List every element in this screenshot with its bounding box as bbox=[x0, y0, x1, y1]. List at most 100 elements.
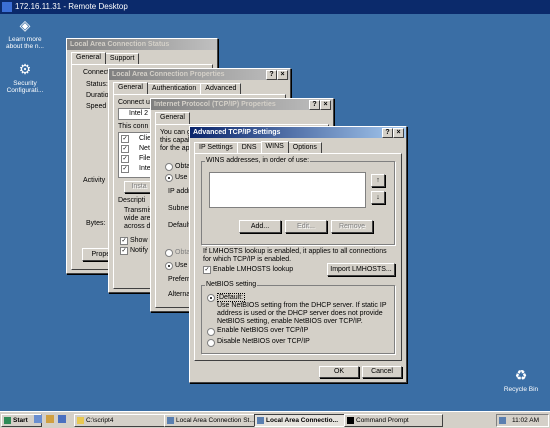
arrow-down-icon: ↓ bbox=[376, 194, 380, 201]
connection-group-label: Connect bbox=[83, 69, 110, 76]
netbios-default-description: Use NetBIOS setting from the DHCP server… bbox=[217, 302, 387, 325]
disable-netbios-radio[interactable] bbox=[207, 339, 215, 347]
advanced-tcpip-tabs: IP Settings DNS WINS Options bbox=[194, 141, 322, 153]
remote-desktop-title: 172.16.11.31 - Remote Desktop bbox=[15, 2, 128, 11]
remote-desktop-icon bbox=[2, 2, 12, 12]
quick-launch-icon[interactable] bbox=[34, 415, 42, 423]
wins-addresses-list[interactable] bbox=[209, 172, 366, 208]
help-button[interactable]: ? bbox=[309, 100, 320, 110]
remove-button[interactable]: Remove bbox=[331, 220, 373, 233]
help-button[interactable]: ? bbox=[266, 70, 277, 80]
taskbar: Start C:\script4 Local Area Connection S… bbox=[0, 411, 550, 428]
enable-netbios-label: Enable NetBIOS over TCP/IP bbox=[217, 327, 309, 334]
taskbar-item-command-prompt[interactable]: Command Prompt bbox=[344, 414, 443, 427]
component-checkbox[interactable]: ✓ bbox=[121, 165, 129, 173]
start-label: Start bbox=[13, 417, 28, 424]
taskbar-item-lan-properties[interactable]: Local Area Connectio... bbox=[254, 414, 353, 427]
lan-status-tabs: General Support bbox=[71, 52, 140, 64]
window-title: Local Area Connection Status bbox=[70, 41, 170, 48]
tab-support[interactable]: Support bbox=[104, 53, 140, 64]
netbios-default-radio[interactable] bbox=[207, 294, 215, 302]
tab-advanced[interactable]: Advanced bbox=[200, 83, 242, 94]
connect-using-label: Connect us bbox=[118, 99, 154, 106]
close-button[interactable]: × bbox=[393, 128, 404, 138]
use-following-dns-radio[interactable] bbox=[165, 262, 173, 270]
network-icon bbox=[257, 417, 264, 424]
tcpip-properties-tabs: General bbox=[155, 112, 190, 124]
move-up-button[interactable]: ↑ bbox=[371, 174, 385, 187]
description-text: Transmis bbox=[124, 207, 153, 214]
desktop-icon-label: Recycle Bin bbox=[503, 386, 539, 393]
tab-ip-settings[interactable]: IP Settings bbox=[194, 142, 238, 153]
windows-flag-icon bbox=[4, 417, 11, 424]
remote-desktop-titlebar: 172.16.11.31 - Remote Desktop bbox=[0, 0, 550, 14]
list-item[interactable]: File bbox=[139, 155, 150, 162]
window-title: Advanced TCP/IP Settings bbox=[193, 129, 281, 136]
component-checkbox[interactable]: ✓ bbox=[121, 145, 129, 153]
activity-group-label: Activity bbox=[83, 177, 106, 184]
advanced-tcpip-window[interactable]: Advanced TCP/IP Settings ? × IP Settings… bbox=[189, 126, 407, 383]
tab-general[interactable]: General bbox=[71, 52, 106, 64]
desktop-icon-label: Learn more about the n... bbox=[6, 36, 44, 50]
notify-checkbox[interactable]: ✓ bbox=[120, 247, 128, 255]
lan-status-titlebar: Local Area Connection Status bbox=[67, 39, 217, 50]
desktop: ◈ Learn more about the n... ⚙ Security C… bbox=[0, 14, 550, 411]
taskbar-item-script4[interactable]: C:\script4 bbox=[74, 414, 173, 427]
taskbar-item-lan-status[interactable]: Local Area Connection St... bbox=[164, 414, 263, 427]
tab-general[interactable]: General bbox=[113, 82, 148, 94]
tab-general[interactable]: General bbox=[155, 112, 190, 124]
recycle-bin-icon: ♻ bbox=[514, 367, 528, 383]
security-wizard-icon: ⚙ bbox=[18, 61, 32, 77]
tab-authentication[interactable]: Authentication bbox=[146, 83, 202, 94]
tab-dns[interactable]: DNS bbox=[236, 142, 262, 153]
quick-launch-icon[interactable] bbox=[58, 415, 66, 423]
desktop-icon-recycle-bin[interactable]: ♻ Recycle Bin bbox=[498, 366, 544, 393]
folder-icon bbox=[77, 417, 84, 424]
add-button[interactable]: Add... bbox=[239, 220, 281, 233]
clock[interactable]: 11:02 AM bbox=[512, 417, 539, 424]
taskbar-item-label: C:\script4 bbox=[86, 417, 114, 424]
lmhosts-info-text: If LMHOSTS lookup is enabled, it applies… bbox=[203, 248, 387, 263]
duration-label: Duratio bbox=[86, 92, 109, 99]
tab-wins[interactable]: WINS bbox=[260, 141, 289, 153]
wins-panel: WINS addresses, in order of use: ↑ ↓ Add… bbox=[194, 153, 402, 361]
help-button[interactable]: ? bbox=[382, 128, 393, 138]
enable-netbios-radio[interactable] bbox=[207, 328, 215, 336]
use-following-ip-radio[interactable] bbox=[165, 174, 173, 182]
advanced-tcpip-titlebar: Advanced TCP/IP Settings ? × bbox=[190, 127, 406, 138]
ok-button[interactable]: OK bbox=[319, 366, 359, 378]
components-label: This conn bbox=[118, 123, 149, 130]
speed-label: Speed bbox=[86, 103, 107, 110]
network-tray-icon[interactable] bbox=[499, 417, 506, 424]
enable-lmhosts-label: Enable LMHOSTS lookup bbox=[213, 266, 294, 273]
desktop-icon-learn-more[interactable]: ◈ Learn more about the n... bbox=[2, 16, 48, 50]
obtain-dns-radio[interactable] bbox=[165, 249, 173, 257]
bytes-label: Bytes: bbox=[86, 220, 106, 227]
import-lmhosts-button[interactable]: Import LMHOSTS... bbox=[327, 263, 395, 276]
enable-lmhosts-checkbox[interactable]: ✓ bbox=[203, 266, 211, 274]
arrow-up-icon: ↑ bbox=[376, 177, 380, 184]
adapter-name: Intel 2 bbox=[129, 110, 149, 117]
command-prompt-icon bbox=[347, 417, 354, 424]
obtain-ip-radio[interactable] bbox=[165, 163, 173, 171]
component-checkbox[interactable]: ✓ bbox=[121, 135, 129, 143]
list-item[interactable]: Inte bbox=[139, 165, 151, 172]
close-button[interactable]: × bbox=[277, 70, 288, 80]
tab-options[interactable]: Options bbox=[287, 142, 322, 153]
quick-launch-icon[interactable] bbox=[46, 415, 54, 423]
close-button[interactable]: × bbox=[320, 100, 331, 110]
system-tray: 11:02 AM bbox=[496, 414, 549, 427]
tcpip-properties-titlebar: Internet Protocol (TCP/IP) Properties ? … bbox=[151, 99, 333, 110]
disable-netbios-label: Disable NetBIOS over TCP/IP bbox=[217, 338, 310, 345]
component-checkbox[interactable]: ✓ bbox=[121, 155, 129, 163]
network-icon bbox=[167, 417, 174, 424]
desktop-icon-label: Security Configurati... bbox=[6, 80, 44, 94]
list-item[interactable]: Net bbox=[139, 145, 150, 152]
edit-button[interactable]: Edit... bbox=[285, 220, 327, 233]
desktop-icon-security-config[interactable]: ⚙ Security Configurati... bbox=[2, 60, 48, 94]
move-down-button[interactable]: ↓ bbox=[371, 191, 385, 204]
cancel-button[interactable]: Cancel bbox=[362, 366, 402, 378]
show-icon-checkbox[interactable]: ✓ bbox=[120, 237, 128, 245]
lan-properties-tabs: General Authentication Advanced bbox=[113, 82, 242, 94]
status-label: Status: bbox=[86, 81, 108, 88]
